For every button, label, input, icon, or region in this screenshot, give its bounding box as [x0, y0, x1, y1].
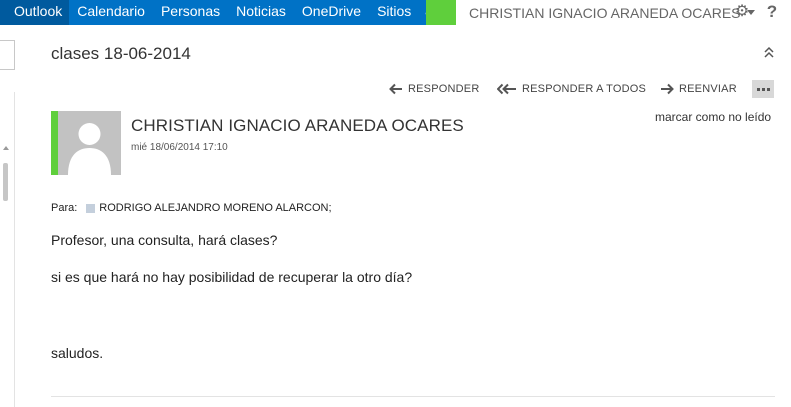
arrow-right-icon [661, 83, 674, 95]
app-nav: Outlook Calendario Personas Noticias One… [0, 0, 442, 25]
divider [51, 396, 775, 397]
scrollbar-thumb[interactable] [3, 163, 8, 201]
dot-icon [761, 87, 765, 91]
to-label: Para: [51, 202, 78, 214]
person-silhouette-icon [68, 123, 111, 175]
pane-divider [14, 92, 15, 407]
nav-item-noticias[interactable]: Noticias [228, 0, 294, 25]
double-arrow-left-icon [497, 83, 516, 95]
reply-label: RESPONDER [408, 83, 480, 95]
mark-unread-link[interactable]: marcar como no leído [655, 110, 771, 124]
nav-item-sitios[interactable]: Sitios [369, 0, 419, 25]
gear-icon[interactable]: ⚙ [732, 2, 752, 22]
nav-item-calendario[interactable]: Calendario [69, 0, 153, 25]
dot-icon [756, 87, 760, 91]
recipient-name[interactable]: RODRIGO ALEJANDRO MORENO ALARCON; [99, 202, 331, 214]
message-body-line: Profesor, una consulta, hará clases? [51, 232, 278, 248]
nav-item-onedrive[interactable]: OneDrive [294, 0, 369, 25]
avatar[interactable] [58, 111, 121, 175]
forward-label: REENVIAR [679, 83, 737, 95]
more-actions-button[interactable] [752, 80, 774, 98]
sender-presence-bar [51, 111, 58, 175]
collapse-icon[interactable] [762, 44, 776, 62]
message-body-line: saludos. [51, 345, 104, 361]
message-subject: clases 18-06-2014 [51, 44, 191, 63]
notification-tile[interactable] [426, 0, 456, 25]
reply-all-label: RESPONDER A TODOS [522, 83, 647, 95]
message-body-line: si es que hará no hay posibilidad de rec… [51, 269, 413, 285]
sent-date: mié 18/06/2014 17:10 [131, 142, 228, 153]
forward-button[interactable]: REENVIAR [660, 80, 737, 98]
nav-item-outlook[interactable]: Outlook [0, 0, 70, 25]
user-menu[interactable]: CHRISTIAN IGNACIO ARANEDA OCARES [456, 0, 755, 25]
sender-name[interactable]: CHRISTIAN IGNACIO ARANEDA OCARES [131, 116, 464, 136]
arrow-left-icon [389, 83, 402, 95]
top-navigation-bar: Outlook Calendario Personas Noticias One… [0, 0, 791, 25]
recipients-row: Para: RODRIGO ALEJANDRO MORENO ALARCON; [51, 201, 332, 215]
dot-icon [766, 87, 770, 91]
reply-button[interactable]: RESPONDER [389, 80, 479, 98]
user-name: CHRISTIAN IGNACIO ARANEDA OCARES [469, 4, 741, 21]
help-icon[interactable]: ? [762, 1, 782, 23]
reply-all-button[interactable]: RESPONDER A TODOS [497, 80, 646, 98]
nav-item-personas[interactable]: Personas [153, 0, 228, 25]
contact-square-icon [86, 203, 96, 213]
folder-pane-edge [0, 40, 15, 70]
scroll-up-arrow-icon[interactable] [3, 146, 9, 150]
